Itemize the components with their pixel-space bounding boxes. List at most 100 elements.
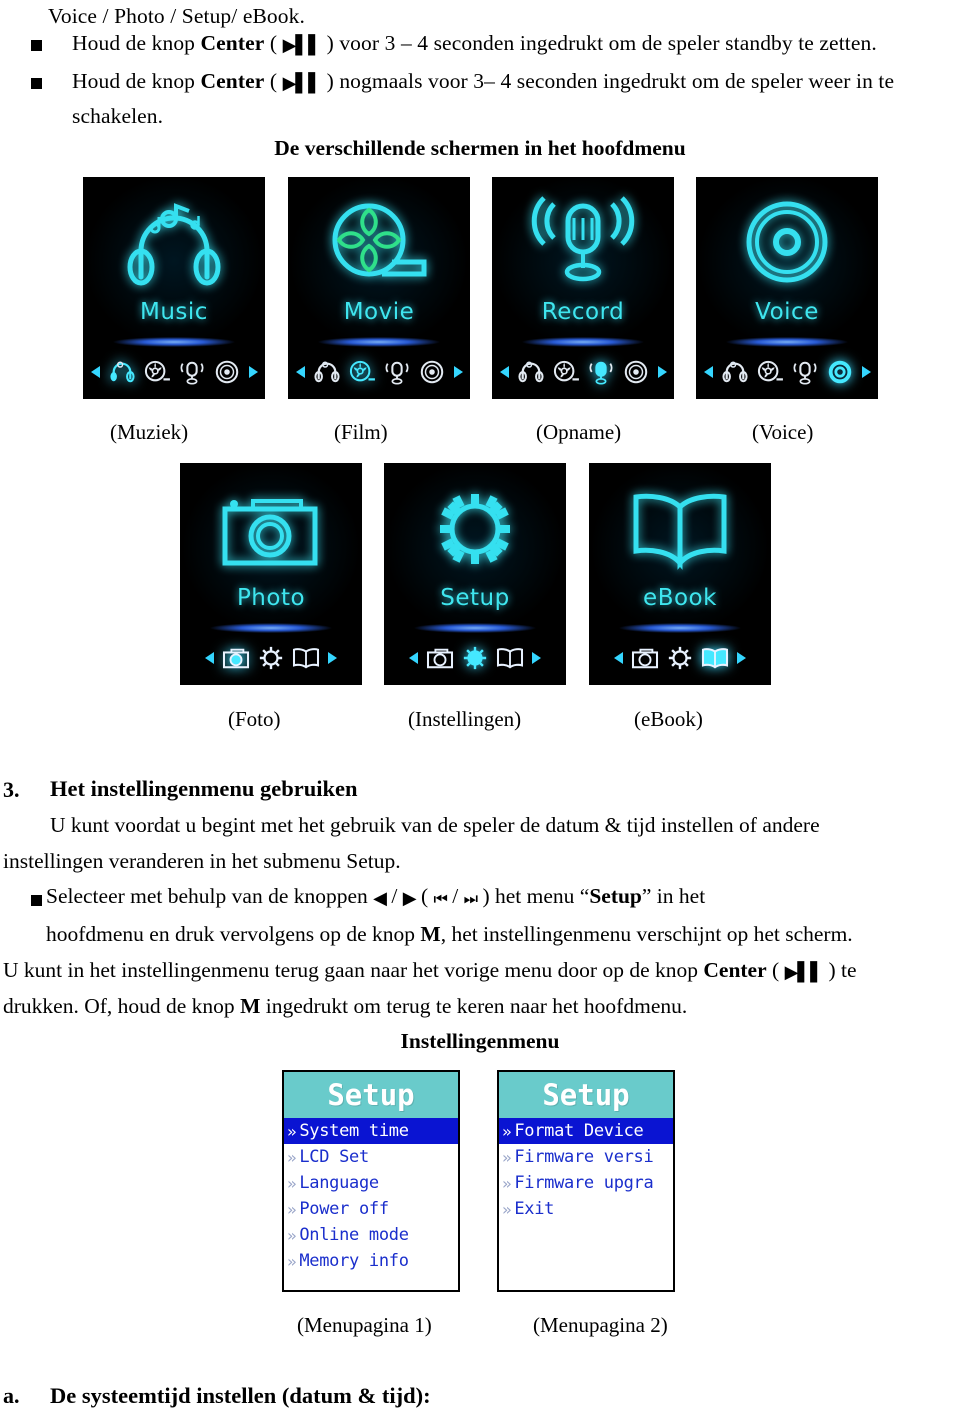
line4-b: ingedrukt om terug te keren naar het hoo… <box>260 994 688 1018</box>
tray-gear-icon[interactable] <box>665 643 695 673</box>
m-button-bold: M <box>420 922 441 946</box>
screens-heading: De verschillende schermen in het hoofdme… <box>274 136 686 160</box>
fast-forward-icon: ⏭ <box>463 889 478 908</box>
tray-next-arrow-icon[interactable] <box>328 652 337 664</box>
tray-prev-arrow-icon[interactable] <box>205 652 214 664</box>
line3-b: ( <box>766 958 785 982</box>
menu-item-firmware-upgrade[interactable]: » Firmware upgra <box>499 1170 673 1196</box>
device-screen-record: Record <box>492 177 674 399</box>
tray-open-book-icon[interactable] <box>291 643 321 673</box>
film-reel-icon <box>288 191 470 301</box>
screen-label: eBook <box>643 585 717 611</box>
section-number: 3. <box>3 777 20 802</box>
tray-disc-icon[interactable] <box>212 357 242 387</box>
tray-next-arrow-icon[interactable] <box>248 366 258 378</box>
tray-prev-arrow-icon[interactable] <box>409 652 418 664</box>
tray-film-reel-icon[interactable] <box>755 357 785 387</box>
m-button-bold: M <box>240 994 261 1018</box>
wrap-b: , het instellingenmenu verschijnt op het… <box>440 922 853 946</box>
caption-menupagina-1: (Menupagina 1) <box>297 1313 432 1337</box>
menu-item-lcd-set[interactable]: » LCD Set <box>284 1144 458 1170</box>
device-screen-setup: Setup <box>384 463 566 685</box>
chevron-icon: » <box>287 1173 297 1193</box>
screen-glow-bar <box>595 621 765 635</box>
chevron-icon: » <box>502 1173 512 1193</box>
paragraph-line-3: U kunt in het instellingenmenu terug gaa… <box>3 958 857 983</box>
tray-gear-icon[interactable] <box>460 643 490 673</box>
tray-next-arrow-icon[interactable] <box>453 366 463 378</box>
tray-disc-icon[interactable] <box>621 357 651 387</box>
device-screen-music: Music <box>83 177 265 399</box>
caption-ebook: (eBook) <box>634 707 703 731</box>
setup-menu-page-2: Setup » Format Device » Firmware versi »… <box>497 1070 675 1292</box>
menu-item-label: Firmware upgra <box>514 1173 654 1193</box>
bullet-1-bold: Center <box>200 31 265 55</box>
menu-item-label: Format Device <box>514 1121 644 1141</box>
gear-icon <box>384 477 566 587</box>
tray-camera-icon[interactable] <box>425 643 455 673</box>
screen-label: Photo <box>236 585 306 611</box>
tray-next-arrow-icon[interactable] <box>657 366 667 378</box>
tray-microphone-icon[interactable] <box>177 357 207 387</box>
tray-prev-arrow-icon[interactable] <box>90 366 100 378</box>
tray-headphones-icon[interactable] <box>107 357 137 387</box>
caption-opname: (Opname) <box>536 420 622 444</box>
menu-item-system-time[interactable]: » System time <box>284 1118 458 1144</box>
bullet-marker-1 <box>31 40 42 51</box>
menu-item-online-mode[interactable]: » Online mode <box>284 1222 458 1248</box>
tray-microphone-icon[interactable] <box>586 357 616 387</box>
menu-item-label: Language <box>299 1173 379 1193</box>
disc-icon <box>696 191 878 301</box>
menu-item-memory-info[interactable]: » Memory info <box>284 1248 458 1274</box>
footer-letter: a. <box>3 1383 20 1408</box>
tray-open-book-icon[interactable] <box>700 643 730 673</box>
tray-microphone-icon[interactable] <box>382 357 412 387</box>
menu-item-exit[interactable]: » Exit <box>499 1196 673 1222</box>
menu-item-label: Firmware versi <box>514 1147 654 1167</box>
screen-tray <box>288 349 470 395</box>
bullet-line-2: Houd de knop Center ( ▶▌▌ ) nogmaals voo… <box>72 68 894 96</box>
tray-headphones-icon[interactable] <box>312 357 342 387</box>
tray-microphone-icon[interactable] <box>790 357 820 387</box>
device-screen-photo: Photo <box>180 463 362 685</box>
menu-item-format-device[interactable]: » Format Device <box>499 1118 673 1144</box>
screen-tray <box>83 349 265 395</box>
intro-line: Voice / Photo / Setup/ eBook. <box>48 4 305 28</box>
tray-headphones-icon[interactable] <box>516 357 546 387</box>
tray-camera-icon[interactable] <box>221 643 251 673</box>
tray-prev-arrow-icon[interactable] <box>499 366 509 378</box>
menu-item-language[interactable]: » Language <box>284 1170 458 1196</box>
menu-item-firmware-version[interactable]: » Firmware versi <box>499 1144 673 1170</box>
caption-foto: (Foto) <box>228 707 281 731</box>
tray-gear-icon[interactable] <box>256 643 286 673</box>
tray-open-book-icon[interactable] <box>495 643 525 673</box>
tray-film-reel-icon[interactable] <box>551 357 581 387</box>
tray-film-reel-icon[interactable] <box>142 357 172 387</box>
screen-glow-bar <box>294 335 464 349</box>
line3-c: ) te <box>823 958 857 982</box>
menu-item-power-off[interactable]: » Power off <box>284 1196 458 1222</box>
chevron-icon: » <box>502 1147 512 1167</box>
device-screen-voice: Voice <box>696 177 878 399</box>
camera-icon <box>180 477 362 587</box>
caption-menupagina-2: (Menupagina 2) <box>533 1313 668 1337</box>
tray-film-reel-icon[interactable] <box>347 357 377 387</box>
menu-item-label: System time <box>299 1121 409 1141</box>
tray-next-arrow-icon[interactable] <box>532 652 541 664</box>
tray-next-arrow-icon[interactable] <box>737 652 746 664</box>
tray-headphones-icon[interactable] <box>720 357 750 387</box>
microphone-icon <box>492 191 674 301</box>
next-arrow-icon: ▶ <box>402 888 417 909</box>
chevron-icon: » <box>502 1121 512 1141</box>
screen-label: Movie <box>343 299 415 325</box>
chevron-icon: » <box>287 1147 297 1167</box>
tray-prev-arrow-icon[interactable] <box>703 366 713 378</box>
tray-disc-icon[interactable] <box>417 357 447 387</box>
tray-next-arrow-icon[interactable] <box>861 366 871 378</box>
tray-camera-icon[interactable] <box>630 643 660 673</box>
tray-prev-arrow-icon[interactable] <box>614 652 623 664</box>
bullet-2-bold: Center <box>200 69 265 93</box>
screen-glow-bar <box>498 335 668 349</box>
tray-disc-icon[interactable] <box>825 357 855 387</box>
tray-prev-arrow-icon[interactable] <box>295 366 305 378</box>
